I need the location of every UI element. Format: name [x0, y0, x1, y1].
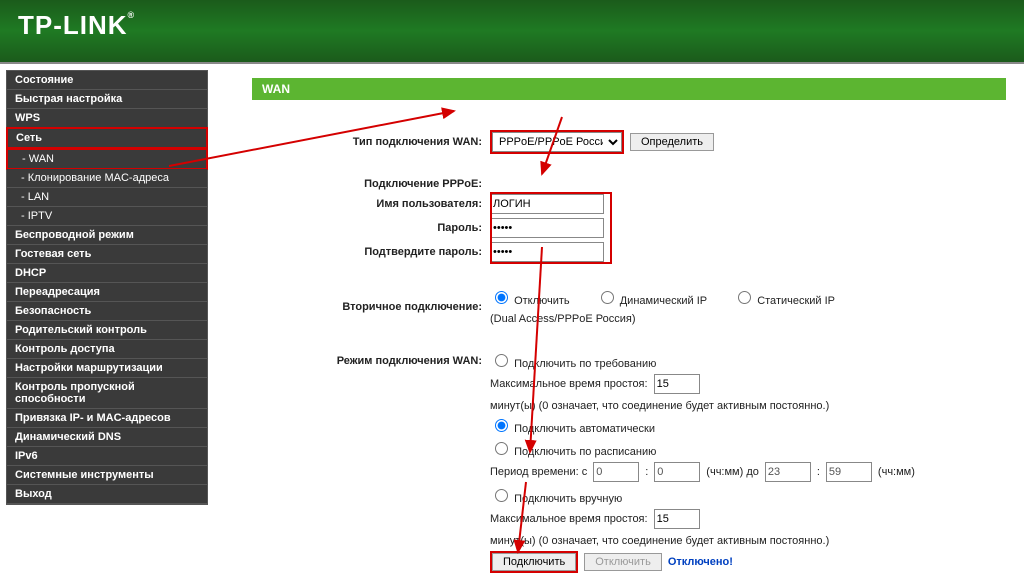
label-confirm: Подтвердите пароль: — [252, 246, 490, 258]
app-header: TP-LINK® — [0, 0, 1024, 64]
label-pppoe: Подключение PPPoE: — [252, 178, 490, 190]
disconnect-button[interactable]: Отключить — [584, 553, 662, 571]
detect-button[interactable]: Определить — [630, 133, 714, 151]
label-password: Пароль: — [252, 222, 490, 234]
sidebar-item[interactable]: Состояние — [7, 71, 207, 90]
label-wan-type: Тип подключения WAN: — [252, 136, 490, 148]
idle1-field[interactable] — [654, 374, 700, 394]
page-title: WAN — [252, 78, 1006, 100]
sidebar-item[interactable]: IPv6 — [7, 447, 207, 466]
sec-opt-dyn[interactable]: Динамический IP — [596, 288, 707, 307]
time-b[interactable] — [654, 462, 700, 482]
confirm-password-field[interactable] — [490, 242, 604, 262]
content-area: WAN Тип подключения WAN: PPPoE/PPPoE Рос… — [214, 64, 1024, 576]
wan-type-select[interactable]: PPPoE/PPPoE Россия — [492, 132, 622, 152]
sidebar-subitem[interactable]: - Клонирование MAC-адреса — [7, 169, 207, 188]
sidebar-item[interactable]: Контроль пропускной способности — [7, 378, 207, 409]
sidebar-item[interactable]: Сеть — [6, 127, 208, 149]
sidebar-item[interactable]: Гостевая сеть — [7, 245, 207, 264]
sec-note: (Dual Access/PPPoE Россия) — [490, 313, 636, 325]
label-hhmm: (чч:мм) — [878, 466, 915, 478]
mode-manual[interactable]: Подключить вручную — [490, 486, 622, 505]
label-period: Период времени: с — [490, 466, 587, 478]
sidebar-subitem[interactable]: - LAN — [7, 188, 207, 207]
time-c[interactable] — [765, 462, 811, 482]
sidebar-item[interactable]: Переадресация — [7, 283, 207, 302]
label-hhmm-to: (чч:мм) до — [706, 466, 759, 478]
sidebar-item[interactable]: Быстрая настройка — [7, 90, 207, 109]
sidebar-item[interactable]: DHCP — [7, 264, 207, 283]
sidebar-item[interactable]: Динамический DNS — [7, 428, 207, 447]
sec-opt-static[interactable]: Статический IP — [733, 288, 835, 307]
sidebar-item[interactable]: Контроль доступа — [7, 340, 207, 359]
mode-auto[interactable]: Подключить автоматически — [490, 416, 655, 435]
sidebar-item[interactable]: Привязка IP- и MAC-адресов — [7, 409, 207, 428]
idle1-note: минут(ы) (0 означает, что соединение буд… — [490, 400, 829, 412]
mode-demand[interactable]: Подключить по требованию — [490, 351, 656, 370]
label-username: Имя пользователя: — [252, 198, 490, 210]
sidebar-subitem[interactable]: - IPTV — [7, 207, 207, 226]
sidebar-item[interactable]: Выход — [7, 485, 207, 504]
sidebar-item[interactable]: Системные инструменты — [7, 466, 207, 485]
time-a[interactable] — [593, 462, 639, 482]
sidebar-item[interactable]: Настройки маршрутизации — [7, 359, 207, 378]
label-idle1: Максимальное время простоя: — [490, 378, 648, 390]
connection-status: Отключено! — [668, 556, 733, 568]
sidebar-item[interactable]: Безопасность — [7, 302, 207, 321]
connect-button[interactable]: Подключить — [492, 553, 576, 571]
password-field[interactable] — [490, 218, 604, 238]
time-d[interactable] — [826, 462, 872, 482]
sidebar-item[interactable]: Родительский контроль — [7, 321, 207, 340]
label-wan-mode: Режим подключения WAN: — [252, 355, 490, 367]
sidebar-item[interactable]: Беспроводной режим — [7, 226, 207, 245]
idle2-note: минут(ы) (0 означает, что соединение буд… — [490, 535, 829, 547]
brand-logo: TP-LINK® — [18, 10, 135, 41]
sec-opt-disable[interactable]: Отключить — [490, 288, 570, 307]
idle2-field[interactable] — [654, 509, 700, 529]
sidebar: СостояниеБыстрая настройкаWPSСеть- WAN- … — [0, 64, 214, 576]
sidebar-item[interactable]: WPS — [7, 109, 207, 128]
username-field[interactable] — [490, 194, 604, 214]
annotation-arrow-1 — [169, 56, 509, 196]
mode-schedule[interactable]: Подключить по расписанию — [490, 439, 656, 458]
label-secondary: Вторичное подключение: — [252, 301, 490, 313]
sidebar-subitem[interactable]: - WAN — [6, 148, 208, 170]
label-idle2: Максимальное время простоя: — [490, 513, 648, 525]
